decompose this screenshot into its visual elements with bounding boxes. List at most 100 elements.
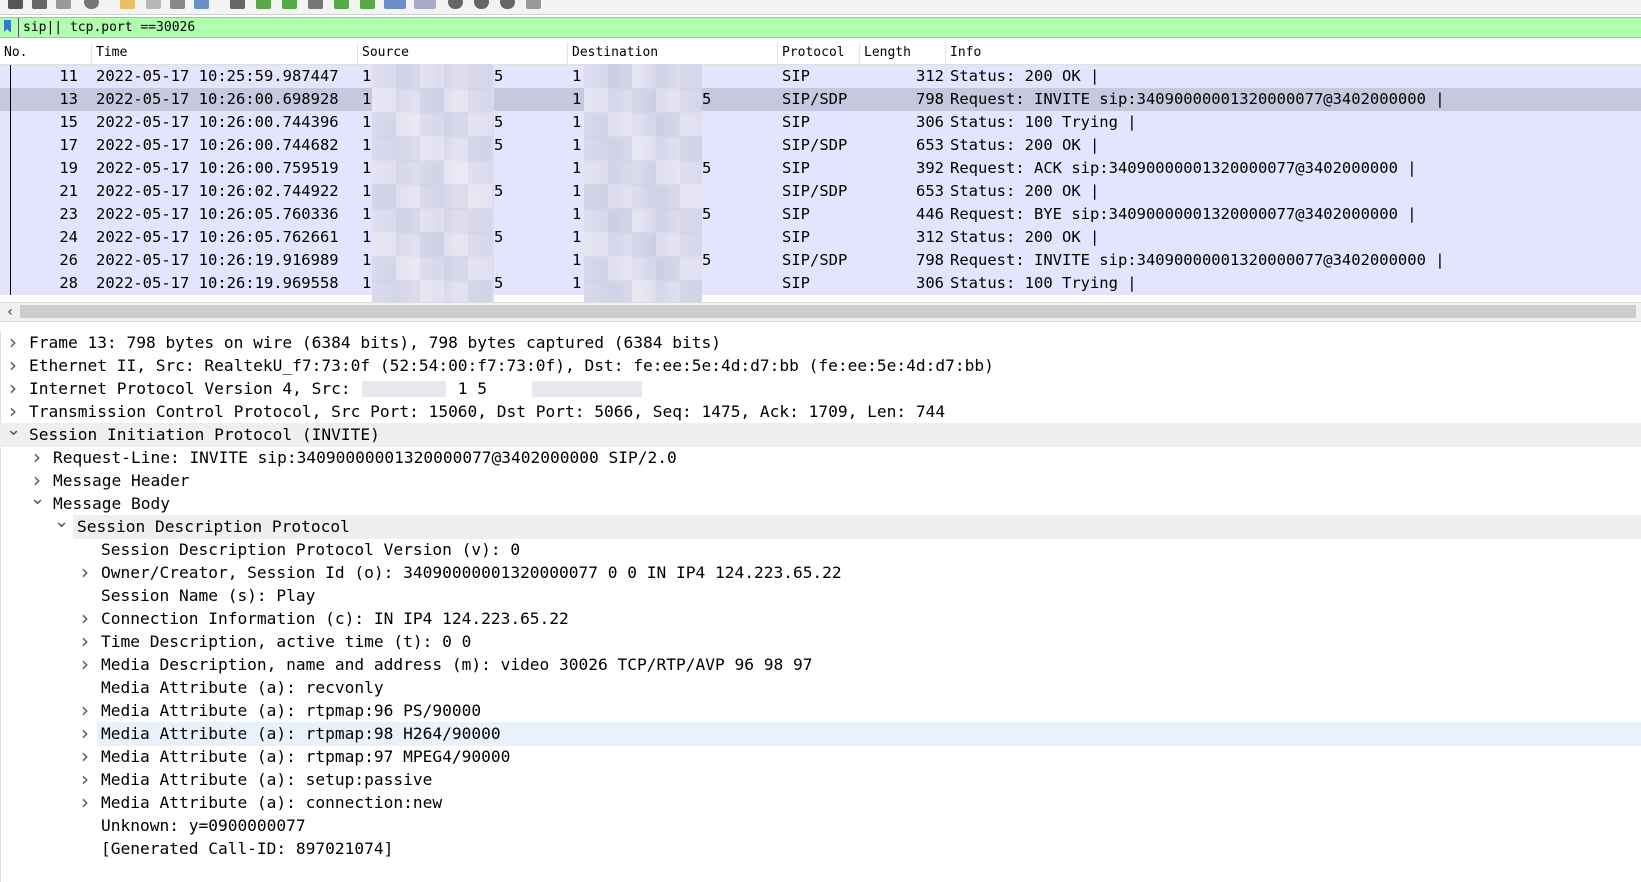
column-header-source[interactable]: Source <box>358 42 568 64</box>
scroll-left-icon[interactable]: ‹ <box>2 304 18 320</box>
resize-columns-icon[interactable] <box>526 0 541 9</box>
detail-row[interactable]: › Media Attribute (a): rtpmap:98 H264/900… <box>81 722 1641 746</box>
detail-row[interactable]: › Message Header <box>0 469 1641 493</box>
capture-options-icon[interactable] <box>84 0 99 9</box>
packet-length: 798 <box>916 90 944 108</box>
detail-row[interactable]: › Internet Protocol Version 4, Src: 1 7, … <box>0 377 1641 401</box>
go-back-icon[interactable] <box>256 0 271 9</box>
packet-row[interactable]: 23 2022-05-17 10:26:05.760336 1 1 5 SIP 446 Req… <box>0 203 1641 226</box>
detail-row[interactable]: › Media Attribute (a): connection:new <box>0 791 1641 815</box>
go-to-packet-icon[interactable] <box>308 0 323 9</box>
chevron-right-icon[interactable]: › <box>6 377 20 399</box>
find-packet-icon[interactable] <box>230 0 245 9</box>
redaction-pixel <box>656 160 680 186</box>
detail-text: Unknown: y=0900000077 <box>101 816 306 835</box>
chevron-right-icon[interactable]: › <box>78 607 92 629</box>
packet-row[interactable]: 15 2022-05-17 10:26:00.744396 1 5 1 SIP 306 Sta… <box>0 111 1641 134</box>
save-icon[interactable] <box>146 0 161 9</box>
open-file-icon[interactable] <box>56 0 71 9</box>
detail-row[interactable]: ⌄ Message Body <box>0 490 1641 516</box>
redaction-pixel <box>468 232 492 258</box>
reload-icon[interactable] <box>194 0 209 9</box>
autoscroll-icon[interactable] <box>384 0 406 9</box>
packet-row[interactable]: 19 2022-05-17 10:26:00.759519 1 1 5 SIP 392 Req… <box>0 157 1641 180</box>
packet-length: 312 <box>916 67 944 85</box>
zoom-in-icon[interactable] <box>448 0 463 9</box>
first-packet-icon[interactable] <box>334 0 349 9</box>
go-forward-icon[interactable] <box>282 0 297 9</box>
chevron-down-icon[interactable]: ⌄ <box>54 513 69 531</box>
packet-source-tail: 5 <box>494 228 504 246</box>
detail-row[interactable]: ⌄ Session Description Protocol <box>54 513 1641 539</box>
chevron-right-icon[interactable]: › <box>78 768 92 790</box>
related-packet-marker <box>10 65 11 88</box>
related-packet-marker <box>10 88 11 111</box>
detail-row[interactable]: › Transmission Control Protocol, Src Port… <box>0 400 1641 424</box>
packet-info: Request: ACK sip:34090000001320000077@34… <box>950 159 1417 177</box>
packet-row[interactable]: 11 2022-05-17 10:25:59.987447 1 5 1 SIP 312 Sta… <box>0 65 1641 88</box>
detail-row[interactable]: › Frame 13: 798 bytes on wire (6384 bits)… <box>0 331 1641 355</box>
column-header-no[interactable]: No. <box>0 42 92 64</box>
detail-row[interactable]: › Connection Information (c): IN IP4 124.… <box>0 607 1641 631</box>
display-filter-input[interactable] <box>18 18 1227 37</box>
detail-row[interactable]: Unknown: y=0900000077 <box>0 814 1641 838</box>
scrollbar-thumb[interactable] <box>20 305 1636 318</box>
packet-info: Status: 100 Trying | <box>950 113 1137 131</box>
column-header-length[interactable]: Length <box>860 42 946 64</box>
chevron-down-icon[interactable]: ⌄ <box>6 421 21 439</box>
detail-text: Message Header <box>53 471 190 490</box>
chevron-right-icon[interactable]: › <box>78 630 92 652</box>
redaction-pixel <box>680 184 702 210</box>
packet-row[interactable]: 13 2022-05-17 10:26:00.698928 1 1 5 SIP/SDP 79… <box>0 88 1641 111</box>
detail-row[interactable]: › Media Description, name and address (m)… <box>0 653 1641 677</box>
redaction-pixel <box>372 88 396 114</box>
redaction-pixel <box>420 184 444 210</box>
redaction-pixel <box>680 208 702 234</box>
close-file-icon[interactable] <box>170 0 185 9</box>
redaction-pixel <box>632 160 656 186</box>
stop-capture-icon[interactable] <box>8 0 23 9</box>
chevron-right-icon[interactable]: › <box>78 791 92 813</box>
detail-row[interactable]: › Media Attribute (a): rtpmap:97 MPEG4/90… <box>0 745 1641 769</box>
detail-row[interactable]: [Generated Call-ID: 897021074] <box>0 837 1641 861</box>
detail-row[interactable]: › Ethernet II, Src: RealtekU_f7:73:0f (52… <box>0 354 1641 378</box>
detail-row[interactable]: › Time Description, active time (t): 0 0 <box>0 630 1641 654</box>
chevron-right-icon[interactable]: › <box>78 745 92 767</box>
last-packet-icon[interactable] <box>360 0 375 9</box>
detail-row[interactable]: Media Attribute (a): recvonly <box>0 676 1641 700</box>
chevron-right-icon[interactable]: › <box>6 354 20 376</box>
packet-source: 1 <box>362 182 372 200</box>
packet-destination-tail: 5 <box>702 251 712 269</box>
chevron-right-icon[interactable]: › <box>78 561 92 583</box>
chevron-down-icon[interactable]: ⌄ <box>30 490 45 508</box>
detail-row[interactable]: › Request-Line: INVITE sip:34090000001320… <box>0 446 1641 470</box>
column-header-destination[interactable]: Destination <box>568 42 778 64</box>
detail-row[interactable]: › Owner/Creator, Session Id (o): 34090000… <box>0 561 1641 585</box>
detail-row[interactable]: › Media Attribute (a): setup:passive <box>0 768 1641 792</box>
chevron-right-icon[interactable]: › <box>30 446 44 468</box>
packet-list-scrollbar[interactable]: ‹ <box>0 302 1641 322</box>
detail-row[interactable]: ⌄ Session Initiation Protocol (INVITE) <box>0 421 1641 447</box>
column-header-info[interactable]: Info <box>946 42 1641 64</box>
packet-row[interactable]: 21 2022-05-17 10:26:02.744922 1 5 1 SIP/SDP 65… <box>0 180 1641 203</box>
chevron-right-icon[interactable]: › <box>6 331 20 353</box>
bookmark-icon[interactable] <box>4 20 11 32</box>
restart-capture-icon[interactable] <box>32 0 47 9</box>
detail-row[interactable]: Session Name (s): Play <box>0 584 1641 608</box>
detail-row[interactable]: Session Description Protocol Version (v)… <box>0 538 1641 562</box>
colorize-icon[interactable] <box>414 0 436 9</box>
chevron-right-icon[interactable]: › <box>78 699 92 721</box>
chevron-right-icon[interactable]: › <box>78 653 92 675</box>
folder-icon[interactable] <box>120 0 135 9</box>
packet-row[interactable]: 28 2022-05-17 10:26:19.969558 1 5 1 SIP 306 Sta… <box>0 272 1641 295</box>
column-header-time[interactable]: Time <box>92 42 358 64</box>
packet-no: 26 <box>59 251 78 269</box>
zoom-out-icon[interactable] <box>474 0 489 9</box>
packet-row[interactable]: 24 2022-05-17 10:26:05.762661 1 5 1 SIP 312 Sta… <box>0 226 1641 249</box>
packet-row[interactable]: 17 2022-05-17 10:26:00.744682 1 5 1 SIP/SDP 65… <box>0 134 1641 157</box>
chevron-right-icon[interactable]: › <box>78 722 92 744</box>
column-header-protocol[interactable]: Protocol <box>778 42 860 64</box>
normal-size-icon[interactable] <box>500 0 515 9</box>
packet-row[interactable]: 26 2022-05-17 10:26:19.916989 1 1 5 SIP/SDP 79… <box>0 249 1641 272</box>
detail-row[interactable]: › Media Attribute (a): rtpmap:96 PS/90000 <box>0 699 1641 723</box>
